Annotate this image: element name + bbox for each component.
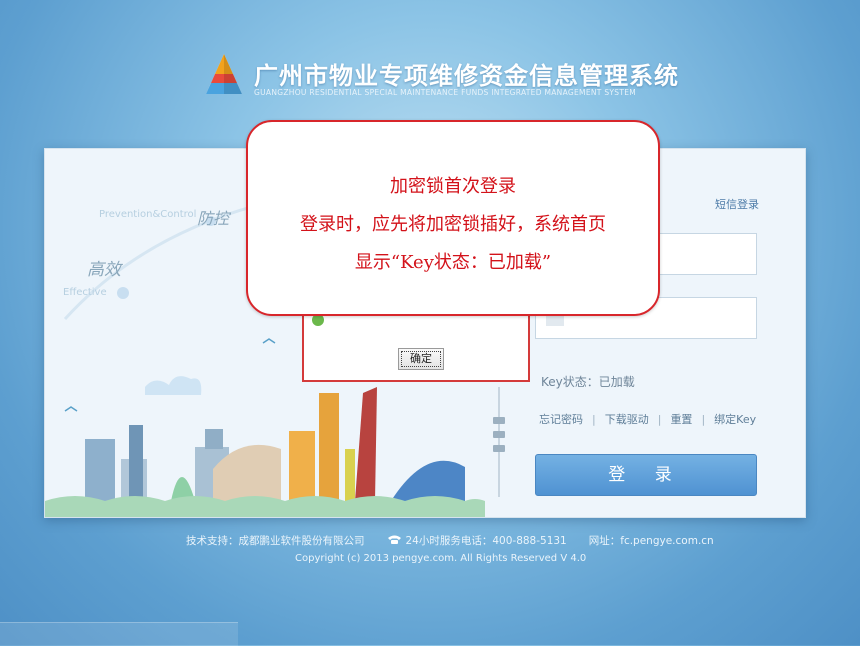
link-separator: | <box>657 413 662 426</box>
slider-handle-3[interactable] <box>493 445 505 452</box>
reset-link[interactable]: 重置 <box>670 413 692 426</box>
slider-track <box>498 387 500 497</box>
word-control: 防控 <box>197 209 230 228</box>
system-subtitle: GUANGZHOU RESIDENTIAL SPECIAL MAINTENANC… <box>254 88 637 97</box>
footer-info: 技术支持：成都鹏业软件股份有限公司 24小时服务电话：400-888-5131 网址… <box>186 533 714 548</box>
download-driver-link[interactable]: 下载驱动 <box>605 413 649 426</box>
link-separator: | <box>701 413 706 426</box>
copyright-text: Copyright (c) 2013 pengye.com. All Right… <box>295 553 587 564</box>
phone-icon <box>387 535 401 544</box>
callout-line-2: 登录时，应先将加密锁插好，系统首页 <box>300 214 606 235</box>
word-control-en: Prevention&Control <box>99 209 197 220</box>
link-separator: | <box>592 413 596 426</box>
ok-button[interactable]: 确定 <box>398 348 444 370</box>
word-efficient: 高效 <box>87 260 121 280</box>
tech-support-text: 技术支持：成都鹏业软件股份有限公司 <box>186 535 365 547</box>
bottom-strip <box>0 622 238 646</box>
hotline-text: 24小时服务电话：400-888-5131 <box>405 535 567 547</box>
login-button[interactable]: 登 录 <box>535 454 757 496</box>
callout-line-3: 显示“Key状态：已加载” <box>354 252 552 273</box>
system-title: 广州市物业专项维修资金信息管理系统 <box>254 62 679 90</box>
forgot-password-link[interactable]: 忘记密码 <box>539 413 583 426</box>
word-efficient-en: Effective <box>63 287 107 298</box>
callout-line-1: 加密锁首次登录 <box>390 176 516 197</box>
key-status-text: Key状态：已加载 <box>541 375 635 389</box>
login-links: 忘记密码 | 下载驱动 | 重置 | 绑定Key <box>539 411 756 427</box>
website-text: 网址：fc.pengye.com.cn <box>588 535 714 547</box>
carousel-slider[interactable] <box>493 387 505 497</box>
instruction-callout: 加密锁首次登录 登录时，应先将加密锁插好，系统首页 显示“Key状态：已加载” <box>246 120 660 316</box>
sms-login-link[interactable]: 短信登录 <box>715 196 759 212</box>
bind-key-link[interactable]: 绑定Key <box>714 413 756 426</box>
pyramid-logo-icon <box>206 54 242 94</box>
slider-handle-2[interactable] <box>493 431 505 438</box>
slider-handle-1[interactable] <box>493 417 505 424</box>
